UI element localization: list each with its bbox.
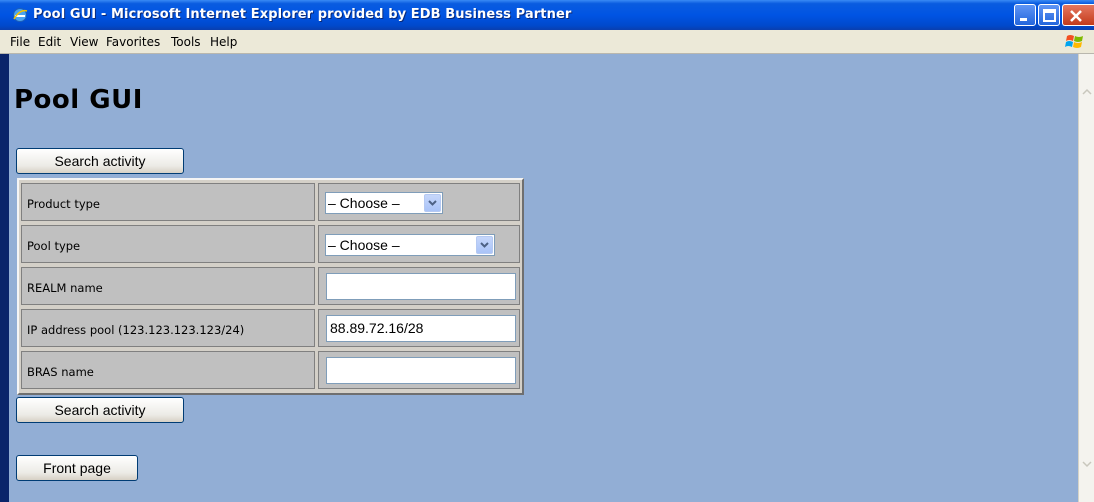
window-title-bar[interactable]: Pool GUI - Microsoft Internet Explorer p… (0, 0, 1094, 30)
windows-logo-icon (1065, 35, 1083, 48)
value-cell (318, 351, 520, 389)
label-cell: REALM name (21, 267, 315, 305)
menu-file[interactable]: File (10, 35, 30, 49)
pool-type-select[interactable]: – Choose – (325, 234, 495, 256)
vertical-scrollbar[interactable] (1078, 54, 1094, 502)
chevron-down-icon[interactable] (424, 194, 441, 212)
table-row: BRAS name (21, 351, 520, 389)
ie-icon (13, 8, 28, 22)
close-icon (1070, 10, 1082, 22)
table-row: IP address pool (123.123.123.123/24) 88.… (21, 309, 520, 347)
window-title: Pool GUI - Microsoft Internet Explorer p… (33, 7, 572, 22)
table-row: Pool type – Choose – (21, 225, 520, 263)
menu-help[interactable]: Help (210, 35, 237, 49)
realm-name-input[interactable] (326, 273, 516, 300)
product-type-label: Product type (27, 197, 101, 211)
label-cell: Product type (21, 183, 315, 221)
menu-favorites[interactable]: Favorites (106, 35, 160, 49)
scroll-down-icon[interactable] (1080, 456, 1094, 472)
pool-type-selected: – Choose – (328, 237, 400, 253)
label-cell: Pool type (21, 225, 315, 263)
value-cell: – Choose – (318, 225, 520, 263)
maximize-button[interactable] (1038, 4, 1060, 26)
page-title: Pool GUI (14, 85, 143, 115)
realm-name-label: REALM name (27, 281, 103, 295)
value-cell: 88.89.72.16/28 (318, 309, 520, 347)
front-page-button[interactable]: Front page (16, 455, 138, 481)
label-cell: IP address pool (123.123.123.123/24) (21, 309, 315, 347)
menu-bar: File Edit View Favorites Tools Help (0, 30, 1094, 54)
bras-name-label: BRAS name (27, 365, 94, 379)
product-type-select[interactable]: – Choose – (325, 192, 443, 214)
close-button[interactable] (1062, 4, 1094, 26)
ip-address-pool-input[interactable]: 88.89.72.16/28 (326, 315, 516, 342)
value-cell: – Choose – (318, 183, 520, 221)
bras-name-input[interactable] (326, 357, 516, 384)
ip-address-pool-label: IP address pool (123.123.123.123/24) (27, 323, 245, 337)
page-left-edge (0, 54, 9, 502)
scroll-up-icon[interactable] (1080, 84, 1094, 100)
menu-edit[interactable]: Edit (38, 35, 61, 49)
table-row: REALM name (21, 267, 520, 305)
chevron-down-icon[interactable] (476, 236, 493, 254)
menu-tools[interactable]: Tools (171, 35, 201, 49)
table-row: Product type – Choose – (21, 183, 520, 221)
minimize-icon (1020, 18, 1027, 21)
value-cell (318, 267, 520, 305)
label-cell: BRAS name (21, 351, 315, 389)
menu-view[interactable]: View (70, 35, 98, 49)
pool-type-label: Pool type (27, 239, 81, 253)
product-type-selected: – Choose – (328, 195, 400, 211)
search-activity-button-bottom[interactable]: Search activity (16, 397, 184, 423)
search-activity-button-top[interactable]: Search activity (16, 148, 184, 174)
search-form-table: Product type – Choose – Pool type – Choo… (17, 178, 524, 395)
maximize-icon (1043, 9, 1056, 22)
minimize-button[interactable] (1014, 4, 1036, 26)
